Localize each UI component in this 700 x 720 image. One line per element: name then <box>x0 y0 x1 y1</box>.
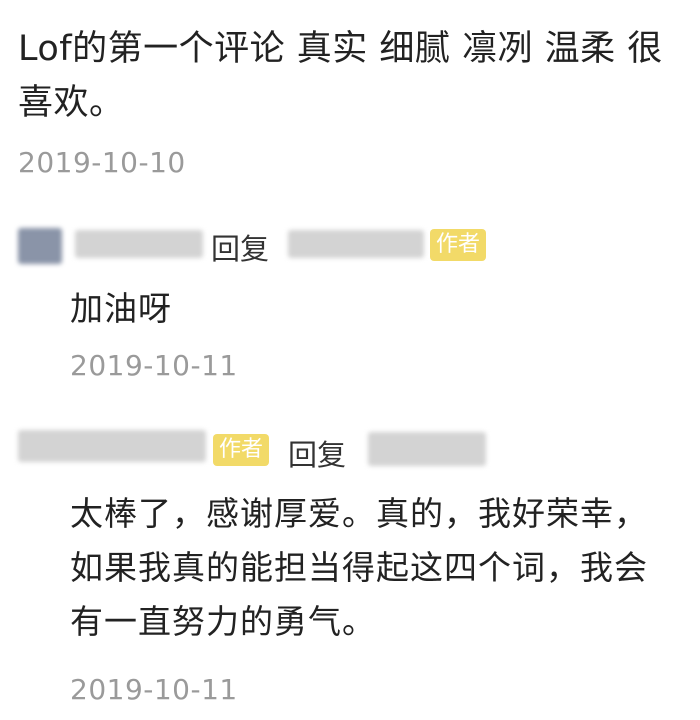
reply-1-date: 2019-10-11 <box>70 349 238 382</box>
reply-2-text: 太棒了，感谢厚爱。真的，我好荣幸，如果我真的能担当得起这四个词，我会有一直努力的… <box>70 494 648 641</box>
reply-1-author-badge: 作者 <box>430 229 487 261</box>
reply-2-reply-label: 回复 <box>288 438 347 472</box>
reply-2-date: 2019-10-11 <box>70 673 238 706</box>
reply-1-text: 加油呀 <box>70 289 172 328</box>
reply-2-author-badge: 作者 <box>213 434 270 466</box>
main-comment-date: 2019-10-10 <box>18 146 186 179</box>
reply-1-reply-label: 回复 <box>211 232 270 266</box>
main-comment-text: Lof的第一个评论 真实 细腻 凛冽 温柔 很喜欢。 <box>18 29 663 123</box>
